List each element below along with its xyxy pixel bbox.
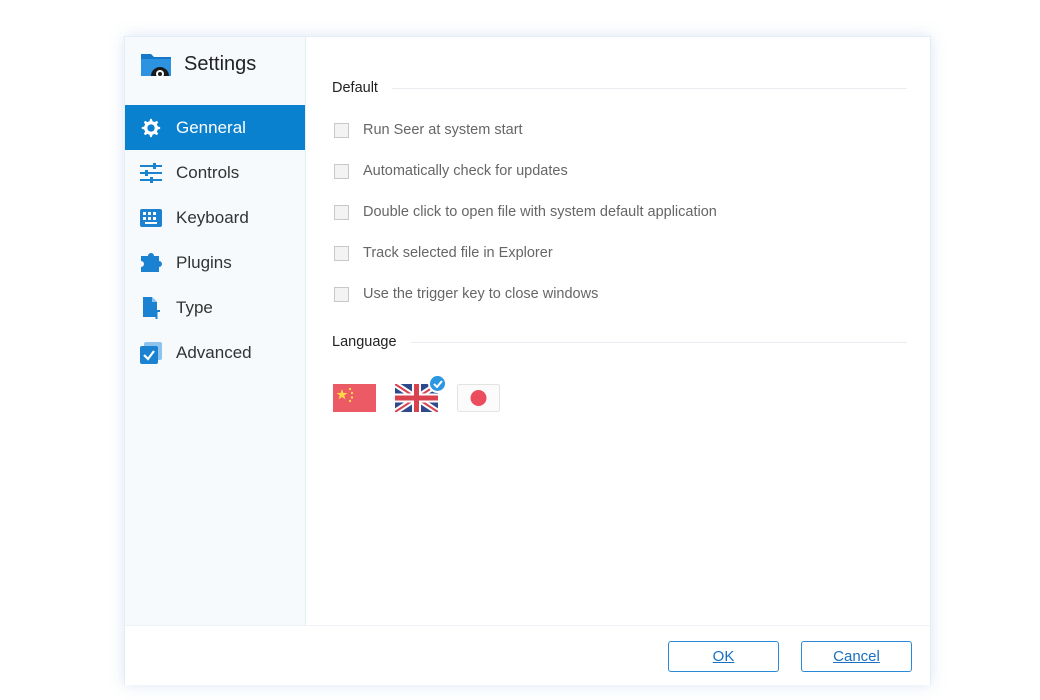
puzzle-icon (139, 251, 163, 275)
section-divider (410, 341, 907, 343)
cancel-button[interactable]: Cancel (801, 641, 912, 672)
file-type-icon (139, 296, 163, 320)
sidebar-item-label: Plugins (176, 252, 232, 272)
section-default: Default (332, 80, 907, 96)
section-title: Default (332, 80, 378, 96)
option-trigger-close[interactable]: Use the trigger key to close windows (334, 286, 598, 302)
gear-icon (139, 116, 163, 140)
checkbox-stack-icon (139, 341, 163, 365)
settings-window: Settings Genneral Controls Keyboard Plug… (124, 36, 931, 685)
dialog-footer: OK Cancel (125, 625, 930, 685)
language-option-english[interactable] (395, 374, 447, 412)
option-label: Double click to open file with system de… (363, 204, 717, 220)
sidebar-item-type[interactable]: Type (125, 285, 305, 330)
seer-logo-icon (139, 50, 173, 78)
sidebar: Settings Genneral Controls Keyboard Plug… (125, 37, 306, 625)
section-language: Language (332, 334, 907, 350)
language-option-chinese[interactable] (333, 384, 376, 412)
sidebar-item-controls[interactable]: Controls (125, 150, 305, 195)
ok-button[interactable]: OK (668, 641, 779, 672)
option-label: Automatically check for updates (363, 163, 568, 179)
option-track-selected[interactable]: Track selected file in Explorer (334, 245, 553, 261)
option-auto-update[interactable]: Automatically check for updates (334, 163, 568, 179)
china-flag-icon (333, 384, 376, 412)
selected-check-icon (428, 374, 447, 393)
sidebar-item-advanced[interactable]: Advanced (125, 330, 305, 375)
option-double-click-open[interactable]: Double click to open file with system de… (334, 204, 717, 220)
sidebar-item-label: Genneral (176, 117, 246, 137)
language-option-japanese[interactable] (457, 384, 500, 412)
language-flags (333, 374, 519, 412)
sidebar-nav: Genneral Controls Keyboard Plugins Type … (125, 105, 305, 375)
checkbox[interactable] (334, 163, 349, 179)
checkbox[interactable] (334, 286, 349, 302)
section-divider (391, 87, 907, 89)
checkbox[interactable] (334, 122, 349, 138)
sliders-icon (139, 161, 163, 185)
sidebar-item-label: Controls (176, 162, 240, 182)
app-title: Settings (184, 52, 257, 75)
japan-flag-icon (457, 384, 500, 412)
sidebar-item-label: Advanced (176, 342, 252, 362)
sidebar-item-plugins[interactable]: Plugins (125, 240, 305, 285)
sidebar-item-general[interactable]: Genneral (125, 105, 305, 150)
checkbox[interactable] (334, 204, 349, 220)
keyboard-icon (139, 206, 163, 230)
option-label: Run Seer at system start (363, 122, 523, 138)
brand: Settings (139, 49, 256, 79)
section-title: Language (332, 334, 397, 350)
sidebar-item-label: Type (176, 297, 213, 317)
option-run-at-start[interactable]: Run Seer at system start (334, 122, 523, 138)
option-label: Track selected file in Explorer (363, 245, 553, 261)
sidebar-item-label: Keyboard (176, 207, 249, 227)
sidebar-item-keyboard[interactable]: Keyboard (125, 195, 305, 240)
option-label: Use the trigger key to close windows (363, 286, 599, 302)
checkbox[interactable] (334, 245, 349, 261)
